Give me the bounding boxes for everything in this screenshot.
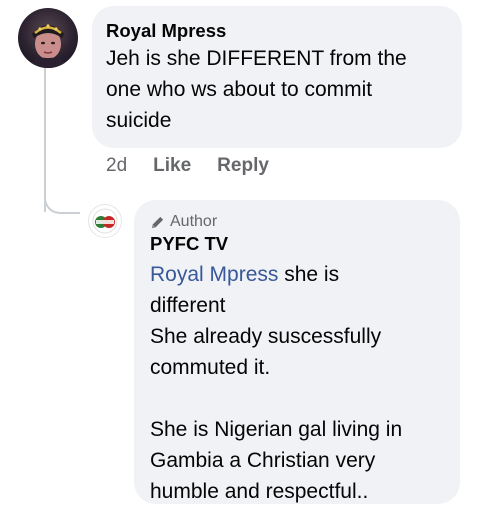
thread-connector	[44, 188, 80, 214]
avatar[interactable]	[18, 8, 78, 68]
author-badge-label: Author	[170, 213, 218, 230]
comment-author[interactable]: Royal Mpress	[106, 20, 448, 42]
profile-photo	[30, 24, 66, 68]
comment-bubble: Royal Mpress Jeh is she DIFFERENT from t…	[92, 6, 462, 148]
reply-text: Royal Mpress she is different She alread…	[150, 259, 444, 507]
mention-link[interactable]: Royal Mpress	[150, 263, 278, 286]
comment-timestamp[interactable]: 2d	[106, 155, 127, 177]
author-badge: Author	[150, 212, 444, 232]
comment-thread: Royal Mpress Jeh is she DIFFERENT from t…	[0, 0, 480, 510]
pyfc-tv-logo-icon	[92, 208, 118, 234]
page-avatar[interactable]	[88, 204, 122, 238]
like-button[interactable]: Like	[153, 155, 191, 177]
reply-body: she is different She already suscessfull…	[150, 263, 403, 503]
pencil-icon	[151, 216, 164, 228]
reply-author[interactable]: PYFC TV	[150, 233, 444, 255]
comment-actions: 2d Like Reply	[106, 155, 295, 177]
comment-text: Jeh is she DIFFERENT from the one who ws…	[106, 47, 407, 132]
reply-button[interactable]: Reply	[217, 155, 269, 177]
reply-bubble: Author PYFC TV Royal Mpress she is diffe…	[134, 200, 460, 504]
